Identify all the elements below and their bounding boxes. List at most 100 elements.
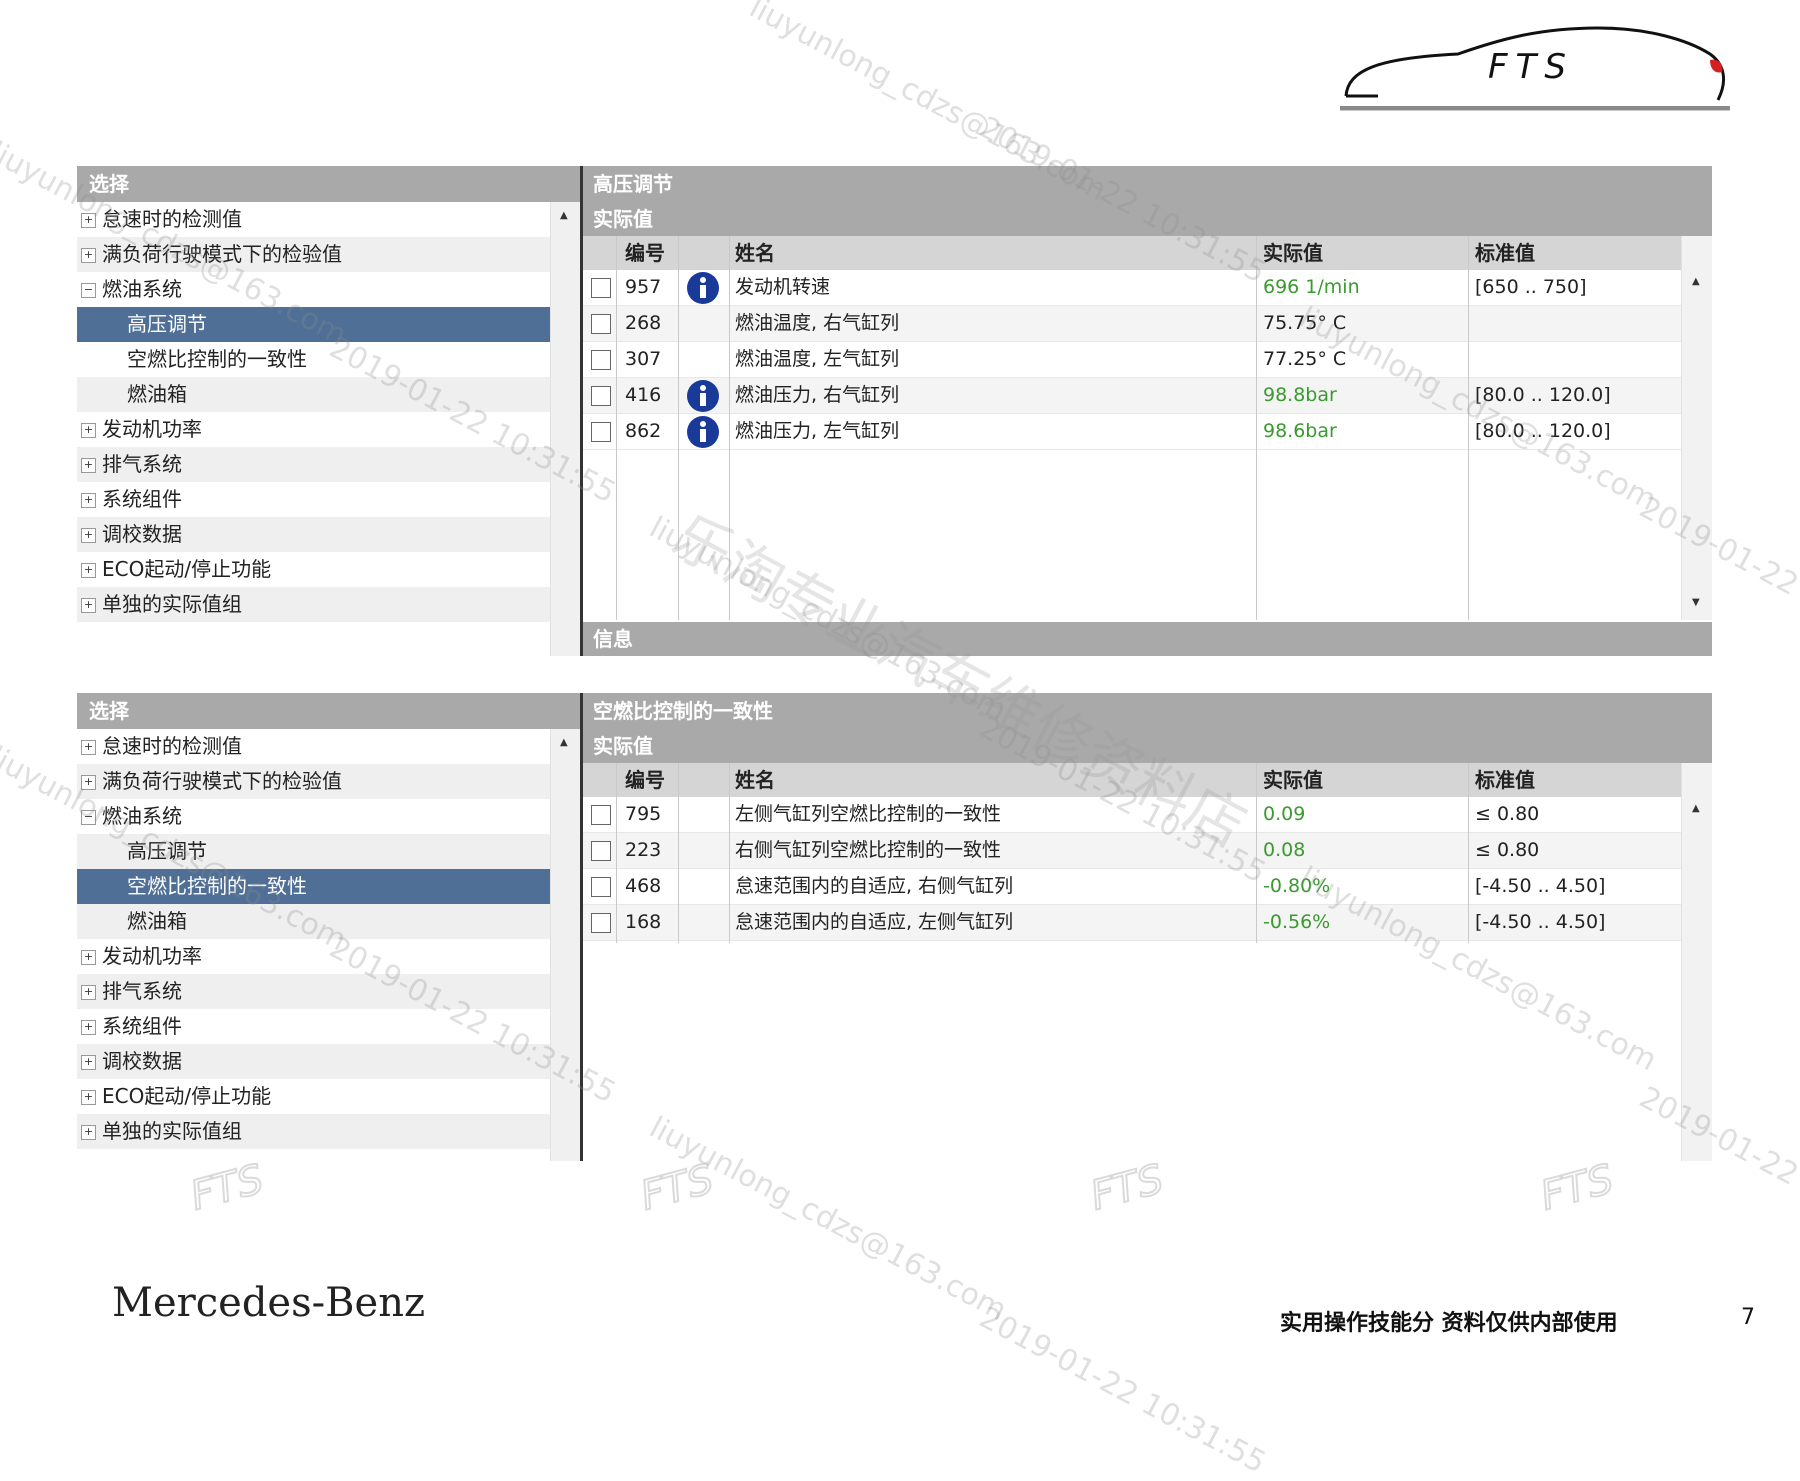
col-number-header[interactable]: 编号 <box>625 236 665 270</box>
expand-icon[interactable]: + <box>81 1055 96 1070</box>
tree-item[interactable]: + 怠速时的检测值 <box>77 202 550 237</box>
tree-item[interactable]: + 调校数据 <box>77 517 550 552</box>
scroll-up-icon[interactable]: ▲ <box>560 210 568 221</box>
info-icon[interactable] <box>686 271 720 305</box>
expand-icon[interactable]: + <box>81 1090 96 1105</box>
tree-item[interactable]: − 燃油系统 <box>77 799 550 834</box>
row-number: 168 <box>625 911 662 933</box>
diagnosis-panel-air-fuel: 选择 + 怠速时的检测值 + 满负荷行驶模式下的检验值 − 燃油系统 高压调节 空燃比控制的一… <box>77 693 1712 1161</box>
tree-item[interactable]: + 系统组件 <box>77 1009 550 1044</box>
tree-item-label: 满负荷行驶模式下的检验值 <box>102 769 342 793</box>
table-row[interactable]: 268 燃油温度, 右气缸列 75.75° C <box>583 306 1682 342</box>
col-standard-header[interactable]: 标准值 <box>1475 236 1535 270</box>
tree-item[interactable]: − 燃油系统 <box>77 272 550 307</box>
tree-item[interactable]: 高压调节 <box>77 834 550 869</box>
selection-pane: 选择 + 怠速时的检测值 + 满负荷行驶模式下的检验值 − 燃油系统 高压调节 空燃比控制的一… <box>77 693 581 1161</box>
expand-icon[interactable]: + <box>81 950 96 965</box>
row-checkbox[interactable] <box>591 386 611 406</box>
selection-scrollbar[interactable]: ▲ <box>550 729 581 1161</box>
tree-item-label: 燃油箱 <box>127 909 187 933</box>
tree-item[interactable]: + 发动机功率 <box>77 412 550 447</box>
col-name-header[interactable]: 姓名 <box>735 236 775 270</box>
expand-icon[interactable]: + <box>81 1020 96 1035</box>
tree-item[interactable]: 空燃比控制的一致性 <box>77 869 550 904</box>
expand-icon[interactable]: + <box>81 493 96 508</box>
row-name: 右侧气缸列空燃比控制的一致性 <box>735 839 1002 861</box>
expand-icon[interactable]: + <box>81 598 96 613</box>
values-scrollbar[interactable]: ▲ ▼ <box>1681 236 1712 620</box>
row-checkbox[interactable] <box>591 278 611 298</box>
table-row[interactable]: 468 怠速范围内的自适应, 右侧气缸列 -0.80% [-4.50 .. 4.50] <box>583 869 1682 905</box>
col-actual-header[interactable]: 实际值 <box>1263 236 1323 270</box>
selection-tree: + 怠速时的检测值 + 满负荷行驶模式下的检验值 − 燃油系统 高压调节 空燃比控制的一致性燃… <box>77 729 550 1149</box>
table-row[interactable]: 307 燃油温度, 左气缸列 77.25° C <box>583 342 1682 378</box>
tree-item-label: 燃油系统 <box>102 277 182 301</box>
table-row[interactable]: 416 燃油压力, 右气缸列 98.8bar [80.0 .. 120.0] <box>583 378 1682 414</box>
row-checkbox[interactable] <box>591 877 611 897</box>
watermark-date: 2019-01-22 10:31:55 <box>973 1300 1272 1481</box>
expand-icon[interactable]: + <box>81 985 96 1000</box>
tree-item[interactable]: + 单独的实际值组 <box>77 1114 550 1149</box>
row-checkbox[interactable] <box>591 350 611 370</box>
scroll-up-icon[interactable]: ▲ <box>1692 803 1700 814</box>
expand-icon[interactable]: + <box>81 563 96 578</box>
row-checkbox[interactable] <box>591 314 611 334</box>
tree-item[interactable]: + 满负荷行驶模式下的检验值 <box>77 237 550 272</box>
tree-item[interactable]: + ECO起动/停止功能 <box>77 1079 550 1114</box>
scroll-up-icon[interactable]: ▲ <box>560 737 568 748</box>
expand-icon[interactable]: + <box>81 423 96 438</box>
info-icon[interactable] <box>686 379 720 413</box>
info-icon[interactable] <box>686 415 720 449</box>
selection-header: 选择 <box>77 693 580 729</box>
tree-item[interactable]: 高压调节 <box>77 307 550 342</box>
tree-item[interactable]: + 调校数据 <box>77 1044 550 1079</box>
tree-item-label: 发动机功率 <box>102 417 202 441</box>
tree-item[interactable]: + 排气系统 <box>77 447 550 482</box>
collapse-icon[interactable]: − <box>81 810 96 825</box>
col-name-header[interactable]: 姓名 <box>735 763 775 797</box>
table-row[interactable]: 957 发动机转速 696 1/min [650 .. 750] <box>583 270 1682 306</box>
table-row[interactable]: 223 右侧气缸列空燃比控制的一致性 0.08 ≤ 0.80 <box>583 833 1682 869</box>
row-name: 燃油温度, 左气缸列 <box>735 348 900 370</box>
row-name: 发动机转速 <box>735 276 831 298</box>
tree-item[interactable]: + 发动机功率 <box>77 939 550 974</box>
expand-icon[interactable]: + <box>81 1125 96 1140</box>
tree-item[interactable]: 燃油箱 <box>77 377 550 412</box>
selection-scrollbar[interactable]: ▲ <box>550 202 581 656</box>
tree-item[interactable]: 空燃比控制的一致性 <box>77 342 550 377</box>
logo-text: FTS <box>1488 47 1574 87</box>
tree-item[interactable]: + 怠速时的检测值 <box>77 729 550 764</box>
col-standard-header[interactable]: 标准值 <box>1475 763 1535 797</box>
row-checkbox[interactable] <box>591 913 611 933</box>
collapse-icon[interactable]: − <box>81 283 96 298</box>
table-row[interactable]: 168 怠速范围内的自适应, 左侧气缸列 -0.56% [-4.50 .. 4.50] <box>583 905 1682 941</box>
row-checkbox[interactable] <box>591 841 611 861</box>
table-row[interactable]: 795 左侧气缸列空燃比控制的一致性 0.09 ≤ 0.80 <box>583 797 1682 833</box>
row-checkbox[interactable] <box>591 422 611 442</box>
col-number-header[interactable]: 编号 <box>625 763 665 797</box>
table-row[interactable]: 862 燃油压力, 左气缸列 98.6bar [80.0 .. 120.0] <box>583 414 1682 450</box>
scroll-up-icon[interactable]: ▲ <box>1692 276 1700 287</box>
expand-icon[interactable]: + <box>81 528 96 543</box>
row-standard-value: ≤ 0.80 <box>1475 839 1540 861</box>
selection-tree: + 怠速时的检测值 + 满负荷行驶模式下的检验值 − 燃油系统 高压调节 空燃比控制的一致性燃… <box>77 202 550 622</box>
expand-icon[interactable]: + <box>81 213 96 228</box>
tree-item[interactable]: + 排气系统 <box>77 974 550 1009</box>
col-actual-header[interactable]: 实际值 <box>1263 763 1323 797</box>
expand-icon[interactable]: + <box>81 248 96 263</box>
expand-icon[interactable]: + <box>81 740 96 755</box>
scroll-down-icon[interactable]: ▼ <box>1692 597 1700 608</box>
tree-item-label: 调校数据 <box>102 1049 182 1073</box>
row-checkbox[interactable] <box>591 805 611 825</box>
values-grid: 编号 姓名 实际值 标准值 957 发动机转速 696 1/min [650 .. 7… <box>583 236 1682 450</box>
row-name: 燃油温度, 右气缸列 <box>735 312 900 334</box>
tree-item-label: 空燃比控制的一致性 <box>127 874 307 898</box>
tree-item[interactable]: + 单独的实际值组 <box>77 587 550 622</box>
expand-icon[interactable]: + <box>81 775 96 790</box>
tree-item[interactable]: + ECO起动/停止功能 <box>77 552 550 587</box>
tree-item[interactable]: 燃油箱 <box>77 904 550 939</box>
tree-item[interactable]: + 系统组件 <box>77 482 550 517</box>
values-scrollbar[interactable]: ▲ <box>1681 763 1712 1161</box>
expand-icon[interactable]: + <box>81 458 96 473</box>
tree-item[interactable]: + 满负荷行驶模式下的检验值 <box>77 764 550 799</box>
